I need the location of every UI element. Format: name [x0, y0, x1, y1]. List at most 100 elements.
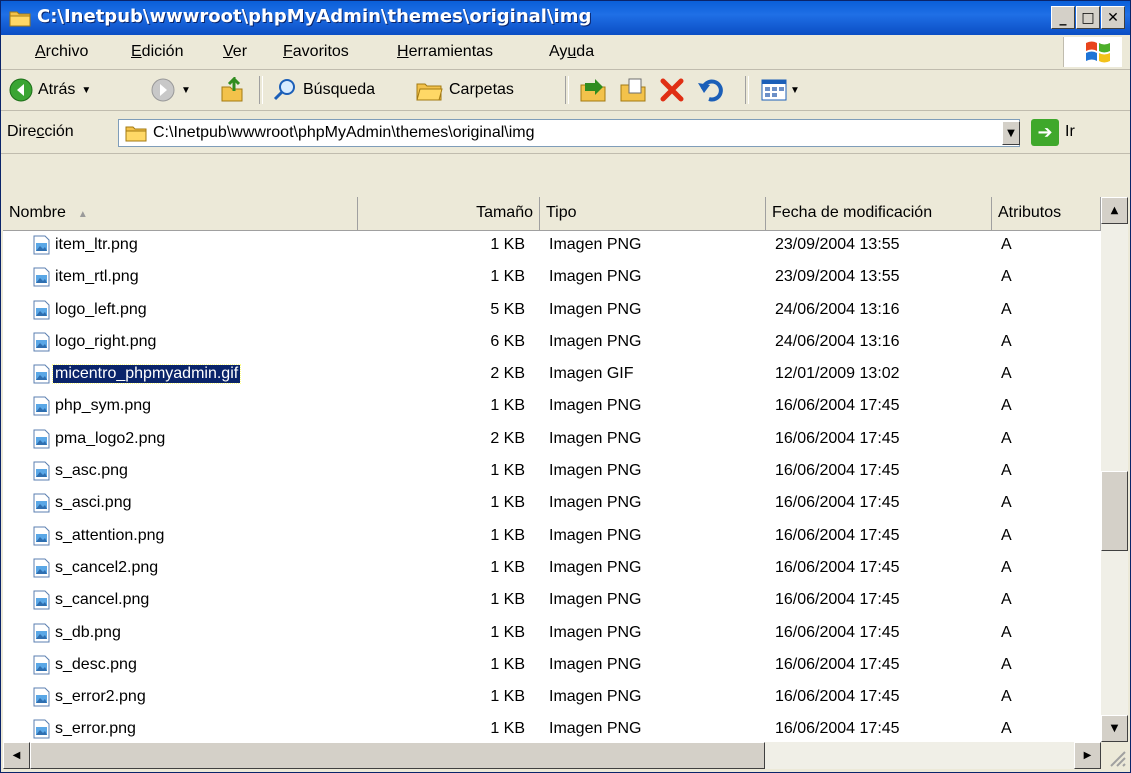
menu-edicion[interactable]: Edición	[131, 43, 183, 61]
resize-grip-icon	[1110, 751, 1126, 767]
image-file-icon	[33, 493, 50, 513]
table-row[interactable]: micentro_phpmyadmin.gif 2 KB Imagen GIF 12/…	[3, 359, 1099, 391]
file-name[interactable]: item_ltr.png	[55, 236, 138, 254]
minimize-button[interactable]: _	[1051, 6, 1075, 29]
views-button[interactable]: ▼	[761, 76, 800, 104]
file-name[interactable]: s_cancel.png	[55, 591, 149, 609]
file-name[interactable]: s_error2.png	[55, 688, 146, 706]
image-file-icon	[33, 590, 50, 610]
table-row[interactable]: pma_logo2.png 2 KB Imagen PNG 16/06/2004 17…	[3, 424, 1099, 456]
column-size[interactable]: Tamaño	[358, 197, 540, 230]
go-label[interactable]: Ir	[1065, 123, 1075, 141]
table-row[interactable]: s_cancel.png 1 KB Imagen PNG 16/06/2004 17:…	[3, 585, 1099, 617]
file-name[interactable]: item_rtl.png	[55, 268, 139, 286]
search-button[interactable]: Búsqueda	[273, 76, 375, 104]
file-name[interactable]: php_sym.png	[55, 397, 151, 415]
back-button[interactable]: Atrás ▼	[9, 76, 91, 104]
file-name[interactable]: s_db.png	[55, 624, 121, 642]
column-name[interactable]: Nombre ▲	[3, 197, 358, 230]
horizontal-scrollbar[interactable]: ◀ ▶	[3, 742, 1101, 769]
table-row[interactable]: item_rtl.png 1 KB Imagen PNG 23/09/2004 13:…	[3, 262, 1099, 294]
maximize-icon: □	[1081, 9, 1095, 26]
menu-favoritos-label: avoritos	[292, 43, 349, 60]
file-size: 1 KB	[490, 591, 525, 609]
menu-herramientas[interactable]: Herramientas	[397, 43, 493, 61]
table-row[interactable]: s_cancel2.png 1 KB Imagen PNG 16/06/2004 17…	[3, 553, 1099, 585]
file-date: 24/06/2004 13:16	[775, 332, 900, 350]
image-file-icon	[33, 235, 50, 255]
address-label: Dirección	[7, 123, 74, 141]
vertical-scrollbar[interactable]: ▲ ▼	[1101, 197, 1128, 742]
menu-ver[interactable]: Ver	[223, 43, 247, 61]
up-folder-button[interactable]	[219, 76, 245, 104]
table-row[interactable]: s_asci.png 1 KB Imagen PNG 16/06/2004 17:45…	[3, 488, 1099, 520]
scroll-down-button[interactable]: ▼	[1101, 715, 1128, 742]
column-attributes[interactable]: Atributos	[992, 197, 1101, 230]
file-type: Imagen PNG	[549, 397, 642, 415]
menu-ayuda[interactable]: Ayuda	[549, 43, 594, 61]
column-date-label: Fecha de modificación	[772, 204, 933, 221]
back-arrow-icon	[9, 78, 33, 102]
scroll-right-button[interactable]: ▶	[1074, 742, 1101, 769]
file-name[interactable]: s_asci.png	[55, 494, 132, 512]
file-attributes: A	[1001, 365, 1012, 383]
file-size: 1 KB	[490, 720, 525, 738]
image-file-icon	[33, 526, 50, 546]
file-name[interactable]: s_asc.png	[55, 462, 128, 480]
back-dropdown-icon[interactable]: ▼	[81, 85, 91, 96]
file-name[interactable]: pma_logo2.png	[55, 430, 165, 448]
file-type: Imagen PNG	[549, 236, 642, 253]
delete-button[interactable]	[659, 76, 685, 104]
file-date: 16/06/2004 17:45	[775, 494, 900, 512]
move-to-button[interactable]	[579, 76, 607, 104]
folders-button[interactable]: Carpetas	[415, 76, 514, 104]
address-input[interactable]: C:\Inetpub\wwwroot\phpMyAdmin\themes\ori…	[118, 119, 1020, 147]
go-button[interactable]: ➔	[1031, 119, 1059, 146]
file-name[interactable]: logo_left.png	[55, 301, 147, 319]
file-rows: item_ltr.png 1 KB Imagen PNG 23/09/2004 13:…	[3, 230, 1099, 747]
resize-grip[interactable]	[1101, 742, 1128, 769]
file-name[interactable]: s_error.png	[55, 720, 136, 738]
file-size: 1 KB	[490, 655, 525, 673]
file-name[interactable]: micentro_phpmyadmin.gif	[51, 364, 242, 385]
file-date: 12/01/2009 13:02	[775, 365, 900, 383]
column-date[interactable]: Fecha de modificación	[766, 197, 992, 230]
table-row[interactable]: logo_left.png 5 KB Imagen PNG 24/06/2004 13…	[3, 295, 1099, 327]
table-row[interactable]: s_db.png 1 KB Imagen PNG 16/06/2004 17:45 A	[3, 618, 1099, 650]
table-row[interactable]: s_desc.png 1 KB Imagen PNG 16/06/2004 17:45…	[3, 650, 1099, 682]
toolbar-separator	[565, 76, 569, 104]
views-dropdown-icon[interactable]: ▼	[790, 85, 800, 96]
maximize-button[interactable]: □	[1076, 6, 1100, 29]
file-type: Imagen PNG	[549, 526, 642, 544]
table-row[interactable]: item_ltr.png 1 KB Imagen PNG 23/09/2004 13:…	[3, 230, 1099, 262]
title-bar[interactable]: C:\Inetpub\wwwroot\phpMyAdmin\themes\ori…	[1, 1, 1130, 35]
column-type[interactable]: Tipo	[540, 197, 766, 230]
windows-logo	[1063, 37, 1122, 67]
table-row[interactable]: s_attention.png 1 KB Imagen PNG 16/06/2004 …	[3, 521, 1099, 553]
file-attributes: A	[1001, 558, 1012, 576]
file-name[interactable]: s_desc.png	[55, 656, 137, 674]
scroll-left-button[interactable]: ◀	[3, 742, 30, 769]
file-name[interactable]: logo_right.png	[55, 333, 156, 351]
menu-archivo[interactable]: Archivo	[35, 43, 88, 61]
undo-button[interactable]	[697, 76, 725, 104]
file-type: Imagen GIF	[549, 365, 634, 383]
copy-to-button[interactable]	[619, 76, 647, 104]
address-dropdown-button[interactable]: ▼	[1002, 121, 1020, 145]
close-button[interactable]: ✕	[1101, 6, 1125, 29]
forward-dropdown-icon[interactable]: ▼	[181, 85, 191, 96]
table-row[interactable]: s_asc.png 1 KB Imagen PNG 16/06/2004 17:45 A	[3, 456, 1099, 488]
table-row[interactable]: s_error2.png 1 KB Imagen PNG 16/06/2004 17:…	[3, 682, 1099, 714]
file-attributes: A	[1001, 236, 1012, 253]
menu-favoritos[interactable]: Favoritos	[283, 43, 349, 61]
search-icon	[273, 79, 295, 101]
file-date: 16/06/2004 17:45	[775, 462, 900, 480]
vertical-scroll-thumb[interactable]	[1101, 470, 1128, 551]
horizontal-scroll-thumb[interactable]	[30, 742, 765, 769]
scroll-up-button[interactable]: ▲	[1101, 197, 1128, 224]
file-name[interactable]: s_attention.png	[55, 527, 164, 545]
forward-button[interactable]: ▼	[151, 76, 191, 104]
table-row[interactable]: logo_right.png 6 KB Imagen PNG 24/06/2004 1…	[3, 327, 1099, 359]
file-name[interactable]: s_cancel2.png	[55, 559, 158, 577]
table-row[interactable]: php_sym.png 1 KB Imagen PNG 16/06/2004 17:4…	[3, 391, 1099, 423]
